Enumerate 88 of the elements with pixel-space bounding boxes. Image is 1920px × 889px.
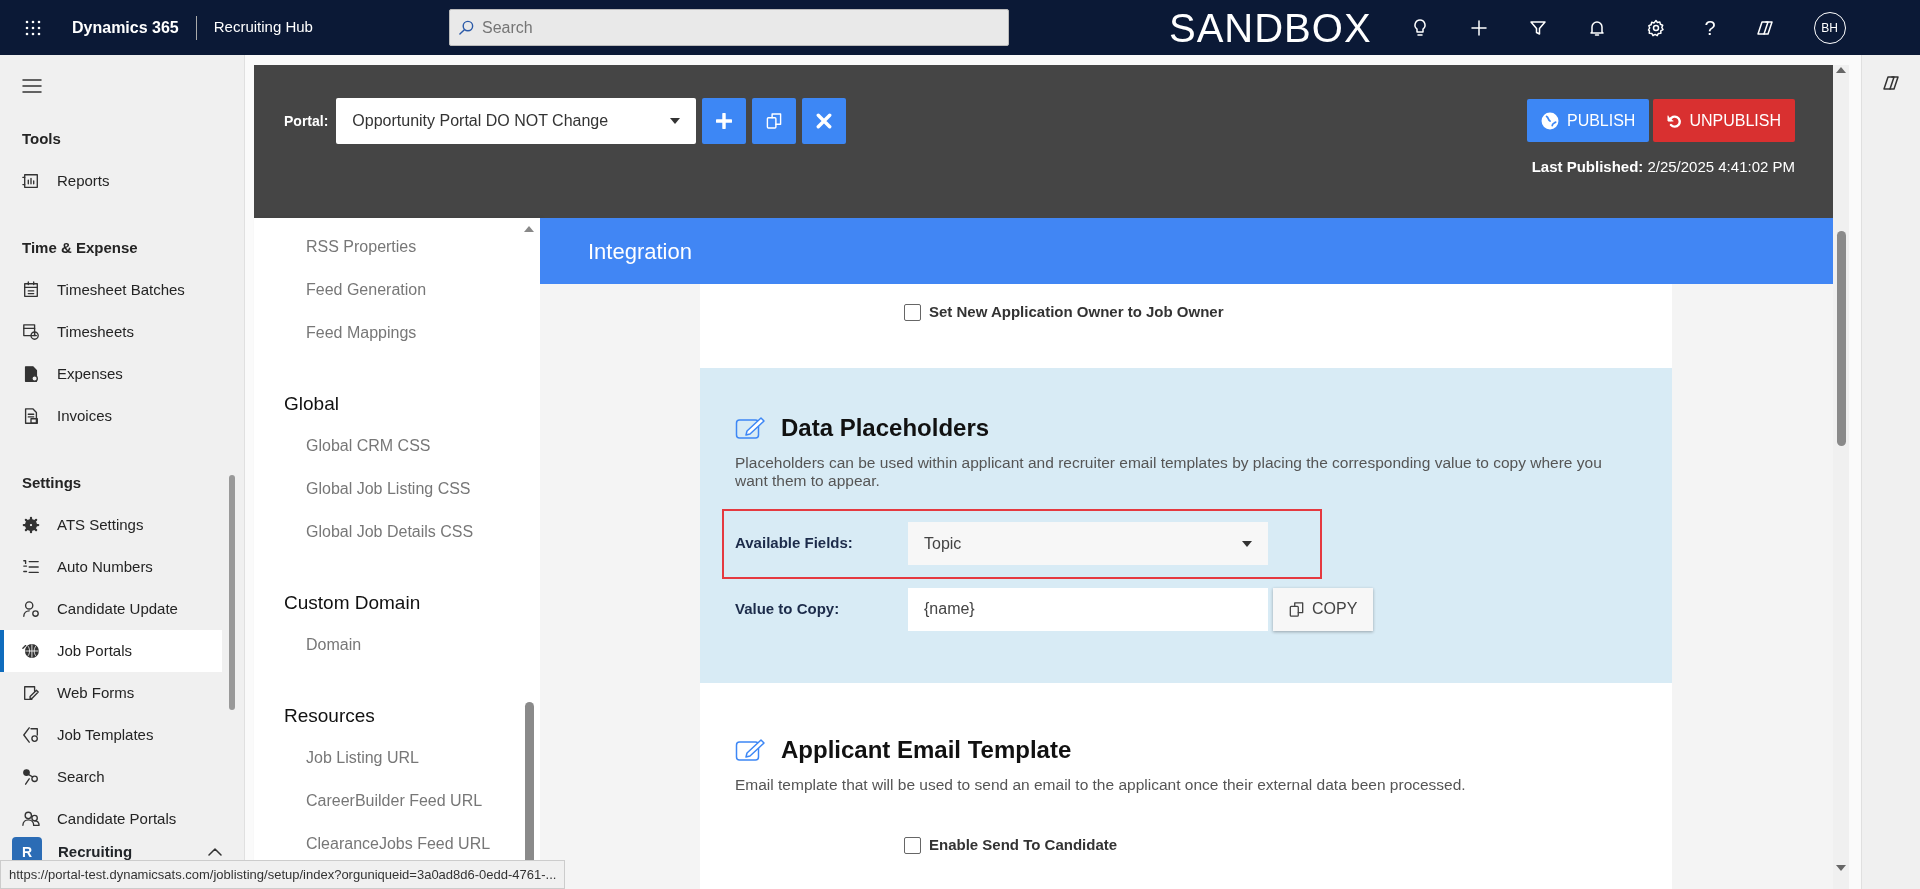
scrollbar-thumb[interactable] — [229, 475, 235, 710]
edit-icon — [735, 416, 765, 440]
checkbox-label: Set New Application Owner to Job Owner — [929, 302, 1224, 322]
settings-link[interactable]: Job Listing URL — [254, 737, 514, 780]
section-heading: Time & Expense — [21, 237, 139, 258]
chevron-up-icon[interactable] — [208, 848, 223, 856]
add-button[interactable] — [702, 98, 747, 144]
checkbox-label: Enable Send To Candidate — [929, 834, 1118, 855]
tag-gear-icon — [22, 726, 40, 744]
nav-item[interactable]: Timesheets — [0, 311, 222, 353]
available-fields-select[interactable]: Topic — [908, 522, 1268, 566]
help-button[interactable]: ? — [1704, 12, 1716, 43]
environment-label: SANDBOX — [1168, 7, 1372, 48]
edit-icon — [735, 738, 765, 762]
caret-down-icon — [1242, 540, 1252, 547]
numbered-list-icon — [22, 558, 40, 576]
document-icon — [22, 407, 40, 425]
form-edit-icon — [22, 684, 40, 702]
close-icon — [816, 113, 833, 129]
settings-link[interactable]: Domain — [254, 624, 514, 667]
nav-item[interactable]: Search — [0, 756, 222, 798]
nav-item[interactable]: Timesheet Batches — [0, 269, 222, 311]
copy-icon — [1289, 601, 1304, 617]
caret-down-icon — [670, 118, 681, 124]
app-name[interactable]: Dynamics 365 — [72, 15, 179, 40]
calendar-clock-icon — [22, 323, 40, 341]
scroll-up-icon[interactable] — [1836, 67, 1846, 73]
calendar-icon — [22, 281, 40, 299]
section-title: Data Placeholders — [781, 413, 990, 443]
section-description: Email template that will be used to send an email to the applicant once their external data been processed. — [735, 776, 1467, 794]
nav-item[interactable]: Reports — [0, 160, 222, 202]
section-title: Applicant Email Template — [781, 735, 1072, 765]
plus-icon[interactable] — [1468, 17, 1489, 38]
nav-item[interactable]: Candidate Portals — [0, 798, 222, 840]
settings-link[interactable]: Global Job Details CSS — [254, 511, 514, 554]
nav-item[interactable]: Invoices — [0, 395, 222, 437]
area-name[interactable]: Recruiting Hub — [213, 16, 313, 39]
undo-icon — [1667, 113, 1682, 128]
nav-item[interactable]: Job Portals — [0, 630, 222, 672]
section-description: Placeholders can be used within applicant and recruiter email templates by placing the corresponding value to copy where you want them to appear. — [735, 454, 1603, 490]
scroll-down-icon[interactable] — [1836, 865, 1846, 871]
person-icon — [22, 600, 40, 618]
nav-item[interactable]: ATS Settings — [0, 504, 222, 546]
field-label: Value to Copy: — [735, 598, 841, 619]
settings-link[interactable]: RSS Properties — [254, 226, 514, 269]
search-icon — [457, 19, 475, 36]
gear-icon — [22, 516, 40, 534]
group-heading: Resources — [283, 703, 376, 728]
copy-icon — [766, 113, 783, 129]
section-heading: Tools — [21, 128, 62, 149]
copy-button[interactable] — [752, 98, 797, 144]
portal-select[interactable]: Opportunity Portal DO NOT Change — [336, 98, 697, 144]
unpublish-button[interactable]: UNPUBLISH — [1653, 99, 1795, 142]
settings-icon[interactable] — [1645, 17, 1666, 38]
copy-button[interactable]: COPY — [1273, 587, 1374, 631]
value-field[interactable]: {name} — [908, 587, 1268, 631]
group-heading: Global — [283, 391, 340, 416]
chart-icon — [22, 172, 40, 190]
nav-item[interactable]: Candidate Update — [0, 588, 222, 630]
settings-link[interactable]: CareerBuilder Feed URL — [254, 780, 514, 823]
group-heading: Custom Domain — [283, 590, 422, 615]
last-published-label: Last Published: — [1531, 157, 1644, 177]
section-heading: Settings — [21, 472, 83, 493]
menu-icon[interactable] — [22, 79, 42, 93]
delete-button[interactable] — [802, 98, 847, 144]
field-label: Available Fields: — [735, 533, 854, 554]
last-published-time: 2/25/2025 4:41:02 PM — [1647, 157, 1795, 177]
portal-label: Portal: — [284, 111, 329, 131]
checkbox[interactable] — [904, 303, 921, 321]
nav-item[interactable]: Job Templates — [0, 714, 222, 756]
nav-item[interactable]: Expenses — [0, 353, 222, 395]
settings-link[interactable]: Global CRM CSS — [254, 425, 514, 468]
scroll-up-icon[interactable] — [524, 226, 534, 232]
settings-link[interactable]: Feed Generation — [254, 269, 514, 312]
checkbox[interactable] — [904, 836, 921, 854]
receipt-icon — [22, 365, 40, 383]
nav-item[interactable]: Web Forms — [0, 672, 222, 714]
app-launcher-icon[interactable] — [24, 18, 42, 37]
settings-link[interactable]: Global Job Listing CSS — [254, 468, 514, 511]
plus-icon — [716, 113, 733, 129]
status-url-tooltip: https://portal-test.dynamicsats.com/joblisting/setup/index?orguniqueid=3a0ad8d6-0edd-4761-... — [0, 859, 566, 889]
nav-item[interactable]: Auto Numbers — [0, 546, 222, 588]
search-field[interactable]: Search — [448, 9, 1009, 46]
scrollbar-thumb[interactable] — [1836, 231, 1846, 446]
page-title: Integration — [588, 237, 692, 266]
publish-button[interactable]: PUBLISH — [1526, 99, 1650, 142]
people-icon — [22, 810, 40, 828]
settings-link[interactable]: Feed Mappings — [254, 312, 514, 355]
